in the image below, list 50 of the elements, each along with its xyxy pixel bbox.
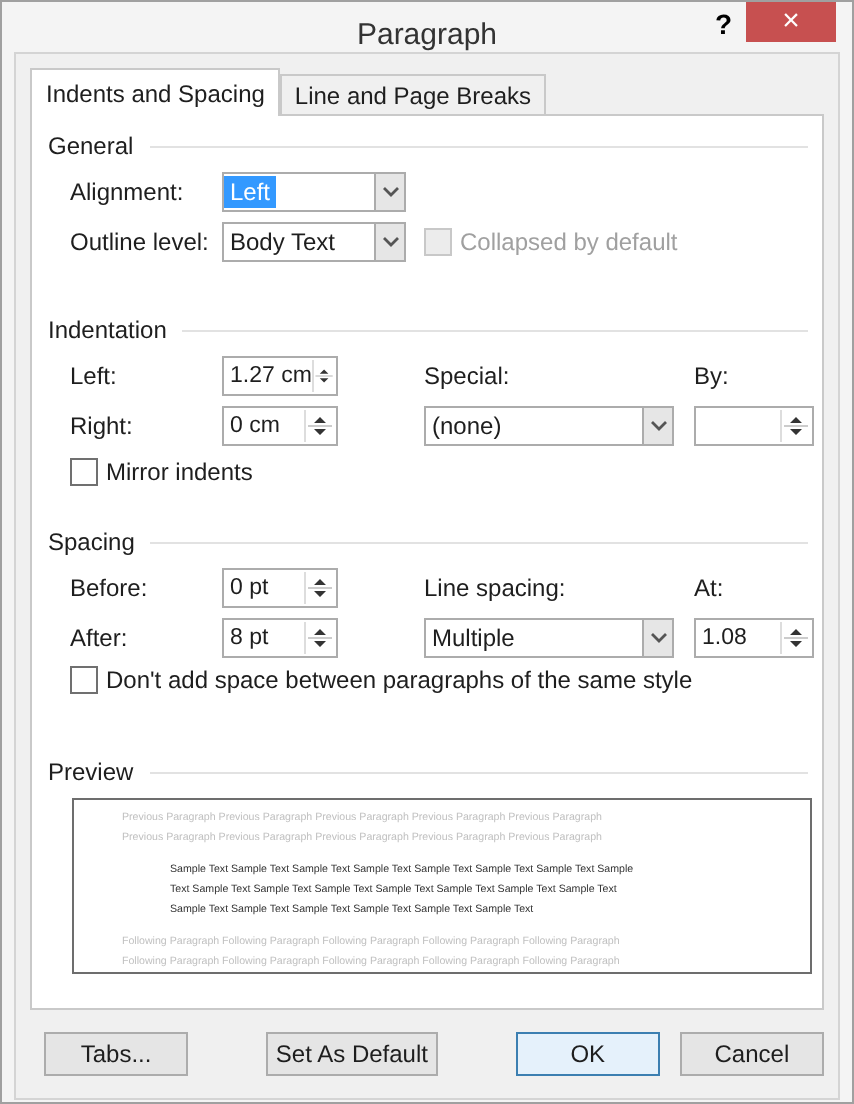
section-title: Indentation xyxy=(48,316,167,344)
field-label: By: xyxy=(694,362,731,390)
close-button[interactable]: × xyxy=(746,2,836,42)
selected-text: Left xyxy=(224,176,277,208)
dialog-button[interactable]: OK xyxy=(515,1032,660,1076)
field-label: Special: xyxy=(424,362,512,390)
field-label: Before: xyxy=(70,574,150,602)
caret-icon xyxy=(381,236,399,248)
spin-arrows-icon[interactable] xyxy=(304,410,334,442)
spin-arrows-icon[interactable] xyxy=(780,410,810,442)
checkbox[interactable] xyxy=(70,666,98,694)
dialog-button[interactable]: Set As Default xyxy=(266,1032,438,1076)
field-label: Don't add space between paragraphs of the same style xyxy=(106,666,693,694)
caret-icon xyxy=(649,420,667,432)
field-label: Collapsed by default xyxy=(460,228,678,256)
field-label: Outline level: xyxy=(70,228,211,256)
caret-icon xyxy=(649,632,667,644)
caret-icon xyxy=(381,186,399,198)
section-title: Preview xyxy=(48,758,134,786)
help-button[interactable]: ? xyxy=(714,8,732,40)
field-label: Alignment: xyxy=(70,178,186,206)
dialog-button[interactable]: Tabs... xyxy=(44,1032,189,1076)
field-label: At: xyxy=(694,574,726,602)
spin-box[interactable]: 0 pt xyxy=(222,568,338,608)
field-label: Left: xyxy=(70,362,119,390)
spin-box[interactable]: 1.27 cm xyxy=(222,356,338,396)
spin-arrows-icon[interactable] xyxy=(780,622,810,654)
checkbox[interactable] xyxy=(70,458,98,486)
section-title: General xyxy=(48,132,134,160)
dropdown[interactable]: (none) xyxy=(424,406,674,446)
spin-box[interactable]: 1.08 xyxy=(694,618,814,658)
spin-arrows-icon[interactable] xyxy=(304,622,334,654)
field-label: After: xyxy=(70,624,130,652)
dialog-button[interactable]: Cancel xyxy=(679,1032,824,1076)
spin-box[interactable]: 8 pt xyxy=(222,618,338,658)
field-label: Line spacing: xyxy=(424,574,568,602)
dropdown-value: Body Text xyxy=(228,226,337,258)
spin-arrows-icon[interactable] xyxy=(311,360,334,392)
tab[interactable]: Line and Page Breaks xyxy=(280,74,546,114)
window-title: Paragraph xyxy=(356,18,498,52)
spin-arrows-icon[interactable] xyxy=(304,572,334,604)
field-label: Mirror indents xyxy=(106,458,253,486)
dropdown[interactable]: Body Text xyxy=(222,222,406,262)
dropdown[interactable]: Multiple xyxy=(424,618,674,658)
section-title: Spacing xyxy=(48,528,135,556)
dropdown-value: Multiple xyxy=(430,622,517,654)
tab[interactable]: Indents and Spacing xyxy=(30,68,281,116)
field-label: Right: xyxy=(70,412,135,440)
spin-box[interactable]: 0 cm xyxy=(222,406,338,446)
dropdown-value: (none) xyxy=(430,410,504,442)
